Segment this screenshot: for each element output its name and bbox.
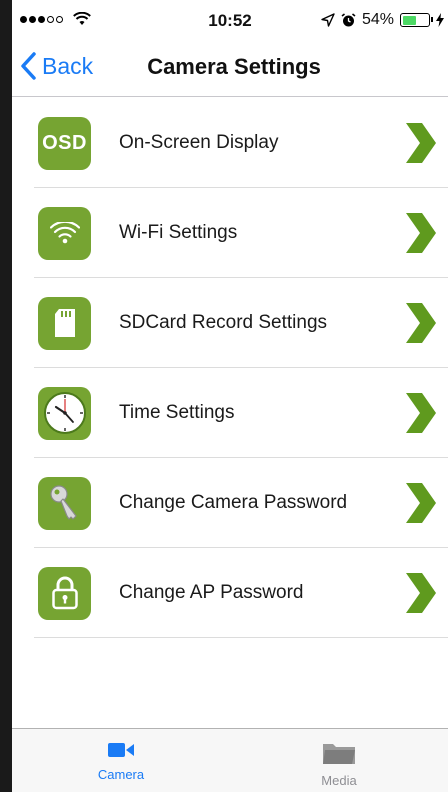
chevron-right-icon <box>406 573 436 613</box>
settings-row-wifi-settings[interactable]: Wi-Fi Settings <box>12 188 448 278</box>
chevron-right-icon <box>406 213 436 253</box>
settings-list: OSD On-Screen Display Wi-Fi Settings SDC… <box>12 98 448 638</box>
sdcard-icon <box>38 296 91 350</box>
alarm-icon <box>341 12 356 26</box>
chevron-right-icon <box>406 123 436 163</box>
settings-row-label: SDCard Record Settings <box>119 312 328 333</box>
clock-icon <box>38 386 91 440</box>
tab-label: Camera <box>97 767 145 782</box>
battery-percent: 54% <box>361 11 394 28</box>
tab-label: Media <box>321 773 357 788</box>
settings-row-on-screen-display[interactable]: OSD On-Screen Display <box>12 98 448 188</box>
tab-media[interactable]: Media <box>230 729 448 792</box>
settings-row-change-camera-password[interactable]: Change Camera Password <box>12 458 448 548</box>
settings-row-label: On-Screen Display <box>119 132 279 153</box>
charging-bolt-icon <box>436 13 444 27</box>
screen: 10:52 54% Back Camera Settings OSD On-Sc… <box>12 0 448 792</box>
settings-row-label: Change AP Password <box>119 582 304 603</box>
settings-row-label: Change Camera Password <box>119 492 348 513</box>
page-title: Camera Settings <box>147 54 321 79</box>
chevron-right-icon <box>406 303 436 343</box>
settings-row-time-settings[interactable]: Time Settings <box>12 368 448 458</box>
chevron-right-icon <box>406 483 436 523</box>
status-bar: 10:52 54% <box>12 0 448 40</box>
chevron-right-icon <box>406 393 436 433</box>
lock-icon <box>38 566 91 620</box>
folder-icon <box>323 744 355 764</box>
location-arrow-icon <box>321 13 335 27</box>
settings-row-label: Time Settings <box>119 402 235 423</box>
key-icon <box>38 476 91 530</box>
battery-icon <box>400 13 433 27</box>
settings-row-label: Wi-Fi Settings <box>119 222 238 243</box>
status-right: 54% <box>321 11 444 29</box>
tab-camera[interactable]: Camera <box>12 729 230 792</box>
settings-row-sdcard-record-settings[interactable]: SDCard Record Settings <box>12 278 448 368</box>
video-camera-icon <box>108 743 134 757</box>
settings-row-change-ap-password[interactable]: Change AP Password <box>12 548 448 638</box>
wifi-icon <box>38 206 91 260</box>
device-frame-edge <box>0 0 12 792</box>
tab-bar: Camera Media <box>12 728 448 792</box>
navigation-bar: Back Camera Settings <box>12 40 448 97</box>
osd-icon: OSD <box>38 116 91 170</box>
